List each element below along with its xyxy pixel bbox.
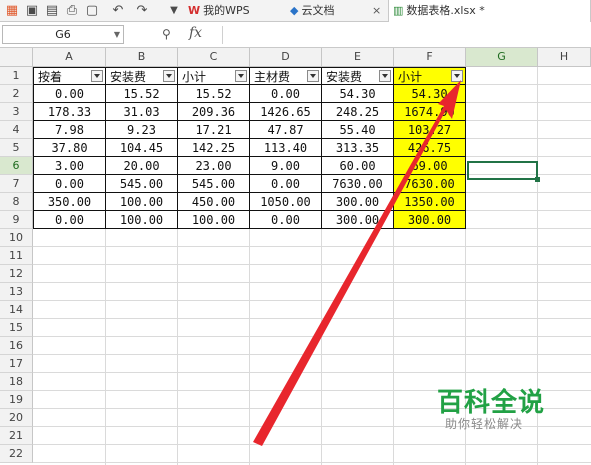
watermark-title: 百科全说 bbox=[437, 388, 546, 418]
watermark-subtitle: 助你轻松解决 bbox=[445, 417, 524, 431]
watermark-logo: 百科全说 助你轻松解决 bbox=[417, 380, 567, 440]
